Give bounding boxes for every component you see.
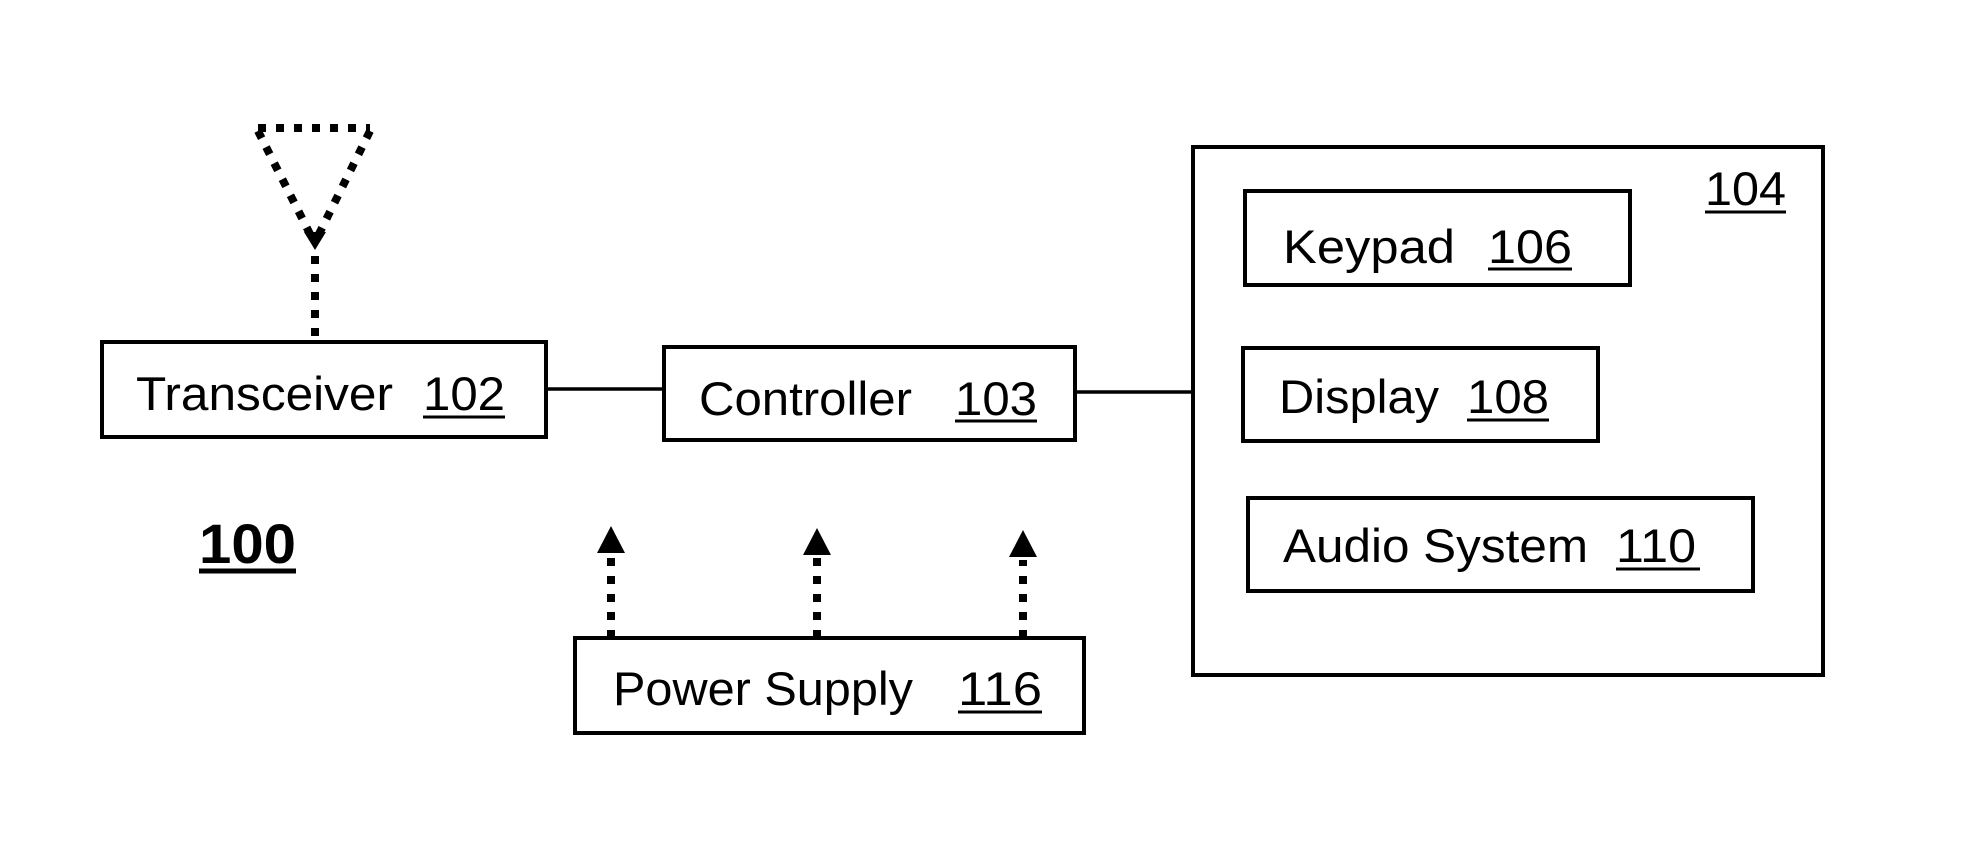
power-arrow-2 bbox=[803, 528, 831, 638]
keypad-ref: 106 bbox=[1488, 220, 1572, 273]
arrow-up-icon bbox=[803, 528, 831, 555]
controller-block[interactable]: Controller 103 bbox=[662, 345, 1077, 442]
power-arrow-3 bbox=[1009, 530, 1037, 638]
antenna-left-edge bbox=[254, 129, 315, 238]
controller-ref: 103 bbox=[955, 372, 1037, 425]
audio-system-label: Audio System bbox=[1283, 519, 1588, 572]
block-diagram: Transceiver 102 Controller 103 104 Keypa… bbox=[100, 124, 1825, 735]
user-interface-block[interactable]: 104 Keypad 106 Display 108 Audio System … bbox=[1191, 145, 1825, 677]
transceiver-block[interactable]: Transceiver 102 bbox=[100, 340, 548, 439]
antenna-right-edge bbox=[314, 129, 374, 238]
arrow-up-icon bbox=[597, 526, 625, 553]
keypad-block[interactable]: Keypad 106 bbox=[1243, 189, 1632, 287]
keypad-label: Keypad bbox=[1283, 220, 1455, 273]
arrow-up-icon bbox=[1009, 530, 1037, 557]
power-supply-ref: 116 bbox=[958, 662, 1042, 715]
audio-system-ref: 110 bbox=[1616, 519, 1696, 572]
controller-label: Controller bbox=[699, 372, 912, 425]
display-ref: 108 bbox=[1467, 370, 1549, 423]
figure-number: 100 bbox=[199, 512, 296, 575]
power-arrow-1 bbox=[597, 526, 625, 638]
display-label: Display bbox=[1279, 370, 1440, 423]
power-supply-block[interactable]: Power Supply 116 bbox=[573, 636, 1086, 735]
figure-label: 100 bbox=[199, 512, 296, 575]
audio-system-block[interactable]: Audio System 110 bbox=[1246, 496, 1755, 593]
transceiver-ref: 102 bbox=[423, 367, 505, 420]
power-supply-label: Power Supply bbox=[613, 662, 914, 715]
antenna-icon bbox=[254, 124, 374, 340]
transceiver-label: Transceiver bbox=[136, 367, 393, 420]
display-block[interactable]: Display 108 bbox=[1241, 346, 1600, 443]
user-interface-ref: 104 bbox=[1705, 162, 1786, 215]
antenna-apex bbox=[304, 232, 326, 250]
